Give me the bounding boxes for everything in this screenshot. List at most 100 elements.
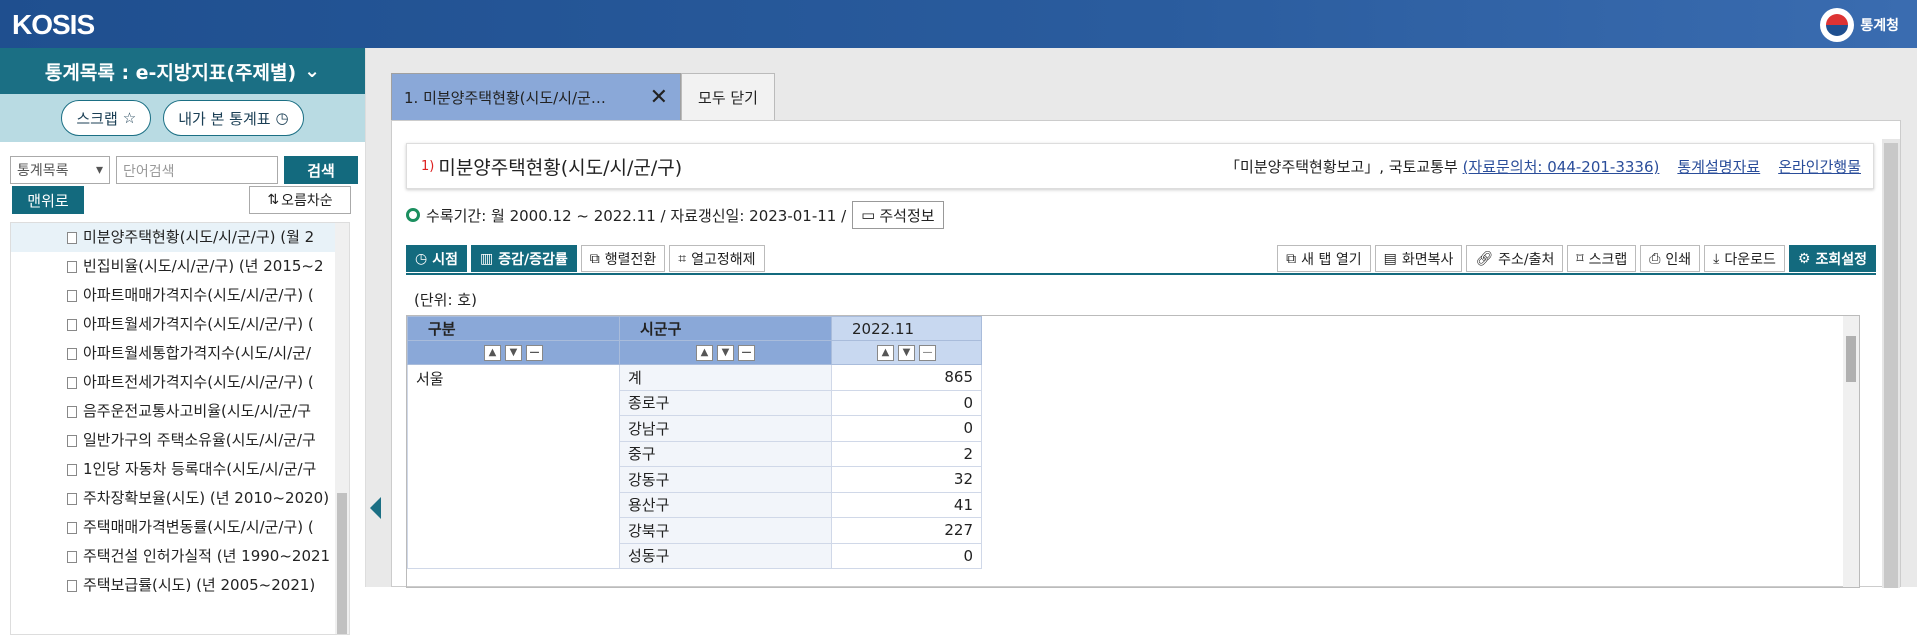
document-icon <box>67 261 77 273</box>
tree-item[interactable]: 음주운전교통사고비율(시도/시/군/구 <box>11 397 336 426</box>
sort-controls: ▲ ▼ — <box>619 340 832 365</box>
tree-item[interactable]: 아파트월세가격지수(시도/시/군/구) ( <box>11 310 336 339</box>
value-cell: 41 <box>831 491 982 518</box>
title-number: 1) <box>421 158 435 174</box>
grid-scrollbar[interactable] <box>1843 316 1859 587</box>
chevron-up-icon[interactable]: ▲ <box>696 344 713 361</box>
source-text: 「미분양주택현황보고」, 국토교통부 (자료문의처: 044-201-3336) <box>1225 156 1659 177</box>
bookmark-icon: ⌑ <box>1576 250 1584 267</box>
note-info-button[interactable]: ▭ 주석정보 <box>852 201 944 229</box>
screen-copy-button[interactable]: ▤ 화면복사 <box>1374 245 1463 272</box>
tree-item[interactable]: 아파트매매가격지수(시도/시/군/구) ( <box>11 281 336 310</box>
tree-item-label: 빈집비율(시도/시/군/구) (년 2015~2 <box>83 257 324 275</box>
document-icon <box>67 377 77 389</box>
sidebar-buttons: 스크랩 ☆ 내가 본 통계표 ◷ <box>0 94 365 142</box>
btn-label: 행렬전환 <box>604 251 657 268</box>
online-publication-link[interactable]: 온라인간행물 <box>1778 156 1861 177</box>
sort-ascending-button[interactable]: ⇅ 오름차순 <box>249 186 351 214</box>
transpose-button[interactable]: ⧉ 행렬전환 <box>580 245 666 272</box>
transpose-icon: ⧉ <box>589 250 600 267</box>
chart-icon: ▥ <box>479 250 494 267</box>
new-tab-button[interactable]: ⧉ 새 탭 열기 <box>1277 245 1371 272</box>
panel-scrollbar[interactable] <box>1882 139 1900 588</box>
toolbar-left: ◷ 시점 ▥ 증감/증감률 ⧉ 행렬전환 ⌗ 열고정해제 <box>406 245 765 272</box>
print-icon: ⎙ <box>1649 250 1661 267</box>
tree-item[interactable]: 주택건설 인허가실적 (년 1990~2021 <box>11 542 336 571</box>
search-input[interactable]: 단어검색 <box>116 156 278 184</box>
search-scope-select[interactable]: 통계목록 ▾ <box>10 156 110 184</box>
close-all-tabs-button[interactable]: 모두 닫기 <box>681 73 775 121</box>
print-button[interactable]: ⎙ 인쇄 <box>1640 245 1701 272</box>
stat-doc-link[interactable]: 통계설명자료 <box>1677 156 1760 177</box>
tree-item[interactable]: 주택보급률(시도) (년 2005~2021) <box>11 571 336 600</box>
search-button[interactable]: 검색 <box>284 156 358 184</box>
value-cell: 0 <box>831 415 982 442</box>
tree-item[interactable]: 주택매매가격변동률(시도/시/군/구) ( <box>11 513 336 542</box>
tree-scrollbar-thumb[interactable] <box>337 493 347 634</box>
sort-controls: ▲ ▼ — <box>831 340 982 365</box>
document-icon <box>67 580 77 592</box>
address-source-button[interactable]: 🔗︎ 주소/출처 <box>1466 245 1564 272</box>
download-icon: ⤓ <box>1713 250 1720 267</box>
unfreeze-icon: ⌗ <box>678 250 687 267</box>
chevron-down-icon[interactable]: ▼ <box>898 344 915 361</box>
scroll-top-button[interactable]: 맨위로 <box>12 186 84 214</box>
scrap-button[interactable]: 스크랩 ☆ <box>61 100 152 136</box>
value-cell: 2 <box>831 440 982 467</box>
sidebar-title[interactable]: 통계목록 : e-지방지표(주제별) ⌄ <box>0 48 365 94</box>
contact-link[interactable]: (자료문의처: 044-201-3336) <box>1463 158 1660 176</box>
page-title: 미분양주택현황(시도/시/군/구) <box>438 156 683 179</box>
tree-item[interactable]: 미분양주택현황(시도/시/군/구) (월 2 <box>11 223 336 252</box>
tree-item[interactable]: 아파트월세통합가격지수(시도/시/군/ <box>11 339 336 368</box>
panel-scrollbar-thumb[interactable] <box>1884 143 1898 588</box>
tree-item[interactable]: 주차장확보율(시도) (년 2010~2020) <box>11 484 336 513</box>
tree-item[interactable]: 일반가구의 주택소유율(시도/시/군/구 <box>11 426 336 455</box>
scrap-button[interactable]: ⌑ 스크랩 <box>1567 245 1637 272</box>
link-icon: 🔗︎ <box>1475 250 1494 267</box>
district-cell: 계 <box>619 364 832 391</box>
main-area: 1. 미분양주택현황(시도/시/군… ✕ 모두 닫기 1) 미분양주택현황(시도… <box>366 48 1917 588</box>
district-cell: 용산구 <box>619 491 832 518</box>
chevron-down-icon[interactable]: ▼ <box>717 344 734 361</box>
tree-item[interactable]: 아파트전세가격지수(시도/시/군/구) ( <box>11 368 336 397</box>
collapse-sidebar-icon[interactable] <box>370 497 381 519</box>
data-grid: 구분 시군구 2022.11 ▲ ▼ — ▲ ▼ — ▲ ▼ — 서울 계 865 종로구 0… <box>406 315 1860 588</box>
tree-scrollbar[interactable] <box>335 223 349 634</box>
tree-item[interactable]: 1인당 자동차 등록대수(시도/시/군/구 <box>11 455 336 484</box>
grid-scrollbar-thumb[interactable] <box>1846 336 1856 382</box>
tree-item[interactable]: 빈집비율(시도/시/군/구) (년 2015~2 <box>11 252 336 281</box>
tree-item-label: 음주운전교통사고비율(시도/시/군/구 <box>83 402 312 420</box>
kosis-logo[interactable]: KOSIS <box>12 9 95 41</box>
tab-label: 1. 미분양주택현황(시도/시/군… <box>404 88 606 107</box>
btn-label: 스크랩 <box>1588 251 1628 268</box>
tree-item-label: 아파트월세가격지수(시도/시/군/구) ( <box>83 315 314 333</box>
source-label: 「미분양주택현황보고」, 국토교통부 <box>1225 158 1458 176</box>
chevron-down-icon: ⌄ <box>304 60 321 82</box>
clock-icon: ◷ <box>275 109 289 127</box>
chevron-down-icon[interactable]: ▼ <box>505 344 522 361</box>
tab-active[interactable]: 1. 미분양주택현황(시도/시/군… ✕ <box>391 73 681 121</box>
btn-label: 새 탭 열기 <box>1301 251 1362 268</box>
title-box: 1) 미분양주택현황(시도/시/군/구) 「미분양주택현황보고」, 국토교통부 … <box>406 143 1874 189</box>
close-icon[interactable]: ✕ <box>650 85 668 110</box>
brand[interactable]: 통계청 <box>1820 8 1899 42</box>
query-settings-button[interactable]: ⚙ 조회설정 <box>1788 245 1876 272</box>
change-rate-button[interactable]: ▥ 증감/증감률 <box>470 245 577 272</box>
chevron-up-icon[interactable]: ▲ <box>877 344 894 361</box>
minus-icon[interactable]: — <box>919 344 936 361</box>
header-period: 2022.11 <box>831 316 982 341</box>
document-icon <box>67 522 77 534</box>
top-header: KOSIS 통계청 <box>0 0 1917 48</box>
minus-icon[interactable]: — <box>526 344 543 361</box>
recent-label: 내가 본 통계표 <box>178 109 271 128</box>
tree-item-label: 미분양주택현황(시도/시/군/구) (월 2 <box>83 228 315 246</box>
unfreeze-columns-button[interactable]: ⌗ 열고정해제 <box>669 245 765 272</box>
btn-label: 인쇄 <box>1665 251 1692 268</box>
content-panel: 1) 미분양주택현황(시도/시/군/구) 「미분양주택현황보고」, 국토교통부 … <box>391 120 1901 588</box>
chevron-up-icon[interactable]: ▲ <box>484 344 501 361</box>
download-button[interactable]: ⤓ 다운로드 <box>1704 245 1785 272</box>
timepoint-button[interactable]: ◷ 시점 <box>406 245 467 272</box>
recent-stats-button[interactable]: 내가 본 통계표 ◷ <box>163 100 304 136</box>
tree-item-label: 일반가구의 주택소유율(시도/시/군/구 <box>83 431 316 449</box>
minus-icon[interactable]: — <box>738 344 755 361</box>
